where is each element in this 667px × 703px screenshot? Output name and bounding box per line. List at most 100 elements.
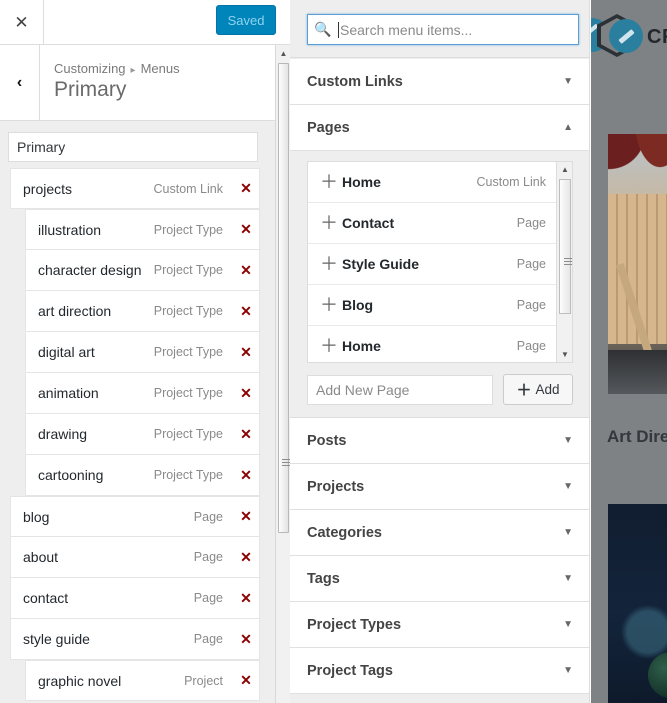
customizer-header: ✕ Saved xyxy=(0,0,290,45)
menu-item-type: Page xyxy=(193,632,223,646)
remove-menu-item-icon[interactable]: ✕ xyxy=(233,508,259,525)
chevron-down-icon[interactable]: ▼ xyxy=(563,665,573,676)
customizer-screen: ✕ Saved ‹ Customizing ▸ Menus Primary Prim… xyxy=(0,0,667,703)
available-item[interactable]: ＋ Blog Page xyxy=(308,285,556,326)
back-chevron-icon[interactable]: ‹ xyxy=(0,45,40,121)
remove-menu-item-icon[interactable]: ✕ xyxy=(233,385,259,402)
chevron-down-icon[interactable]: ▼ xyxy=(563,481,573,492)
preview-artwork-night[interactable] xyxy=(608,504,667,703)
menu-item-row[interactable]: cartooning Project Type ✕ xyxy=(25,455,260,496)
menu-item-row[interactable]: digital art Project Type ✕ xyxy=(25,332,260,373)
menu-item-title: art direction xyxy=(38,303,112,319)
menu-item-title: drawing xyxy=(38,426,88,442)
menu-item-type: Project Type xyxy=(153,345,223,359)
accordion-section-project-tags[interactable]: Project Tags ▼ xyxy=(290,648,589,694)
pencil-icon xyxy=(609,19,643,53)
remove-menu-item-icon[interactable]: ✕ xyxy=(233,590,259,607)
menu-item-title: about xyxy=(23,549,59,565)
remove-menu-item-icon[interactable]: ✕ xyxy=(233,303,259,320)
menu-item-row[interactable]: art direction Project Type ✕ xyxy=(25,291,260,332)
preview-site-header: CR xyxy=(591,0,667,72)
accordion-section-projects[interactable]: Projects ▼ xyxy=(290,464,589,510)
plus-icon: ＋ xyxy=(516,382,532,399)
menu-item-row[interactable]: about Page ✕ xyxy=(10,537,260,578)
remove-menu-item-icon[interactable]: ✕ xyxy=(233,631,259,648)
chevron-down-icon[interactable]: ▼ xyxy=(563,619,573,630)
plus-icon[interactable]: ＋ xyxy=(320,255,342,273)
remove-menu-item-icon[interactable]: ✕ xyxy=(233,262,259,279)
preview-artwork-fence[interactable] xyxy=(608,134,667,394)
menu-item-row[interactable]: contact Page ✕ xyxy=(10,578,260,619)
available-item[interactable]: ＋ Home Page xyxy=(308,326,556,362)
chevron-down-icon[interactable]: ▼ xyxy=(563,435,573,446)
menu-item-type: Page xyxy=(193,550,223,564)
chevron-up-icon[interactable]: ▲ xyxy=(563,122,573,133)
available-item-type: Page xyxy=(516,298,546,312)
menu-name-input[interactable]: Primary xyxy=(8,132,258,162)
accordion-section-pages[interactable]: Pages ▲ xyxy=(290,105,589,151)
menu-item-title: animation xyxy=(38,385,99,401)
available-item-name: Style Guide xyxy=(342,256,420,272)
available-item[interactable]: ＋ Style Guide Page xyxy=(308,244,556,285)
customizer-panel: ✕ Saved ‹ Customizing ▸ Menus Primary Prim… xyxy=(0,0,290,703)
menu-item-title: illustration xyxy=(38,221,102,238)
remove-menu-item-icon[interactable]: ✕ xyxy=(233,180,259,197)
menu-item-type: Project Type xyxy=(153,304,223,318)
menu-item-row[interactable]: style guide Page ✕ xyxy=(10,619,260,660)
remove-menu-item-icon[interactable]: ✕ xyxy=(233,672,259,689)
menu-item-type: Page xyxy=(193,509,223,524)
scroll-up-arrow-icon[interactable]: ▲ xyxy=(276,45,290,61)
menu-item-row[interactable]: character design Project Type ✕ xyxy=(25,250,260,291)
accordion-section-tags[interactable]: Tags ▼ xyxy=(290,556,589,602)
accordion-section-custom-links[interactable]: Custom Links ▼ xyxy=(290,59,589,105)
save-button[interactable]: Saved xyxy=(216,5,276,35)
available-item-name: Contact xyxy=(342,215,395,231)
menu-item-row[interactable]: graphic novel Project ✕ xyxy=(25,660,260,701)
accordion-section-posts[interactable]: Posts ▼ xyxy=(290,418,589,464)
accordion-section-project-types[interactable]: Project Types ▼ xyxy=(290,602,589,648)
menu-item-title: cartooning xyxy=(38,467,104,483)
remove-menu-item-icon[interactable]: ✕ xyxy=(233,549,259,566)
add-items-accordion: Custom Links ▼ Pages ▲ ＋ Home Custom Link ＋ Cont… xyxy=(290,59,589,703)
remove-menu-item-icon[interactable]: ✕ xyxy=(233,344,259,361)
remove-menu-item-icon[interactable]: ✕ xyxy=(233,221,259,238)
chevron-down-icon[interactable]: ▼ xyxy=(563,76,573,87)
customizer-scrollbar[interactable]: ▲ xyxy=(275,45,290,703)
available-item[interactable]: ＋ Home Custom Link xyxy=(308,162,556,203)
available-item[interactable]: ＋ Contact Page xyxy=(308,203,556,244)
close-icon[interactable]: ✕ xyxy=(0,0,44,45)
chevron-down-icon[interactable]: ▼ xyxy=(563,527,573,538)
add-page-button[interactable]: ＋ Add xyxy=(503,374,573,405)
scrollbar-thumb[interactable] xyxy=(278,63,290,533)
remove-menu-item-icon[interactable]: ✕ xyxy=(233,426,259,443)
list-scrollbar-thumb[interactable] xyxy=(559,179,572,314)
pages-available-list: ＋ Home Custom Link ＋ Contact Page ＋ Style Guide… xyxy=(307,161,573,363)
chevron-down-icon[interactable]: ▼ xyxy=(563,573,573,584)
available-item-name: Blog xyxy=(342,297,374,313)
menu-item-row[interactable]: blog Page ✕ xyxy=(10,496,260,537)
plus-icon[interactable]: ＋ xyxy=(320,173,342,191)
remove-menu-item-icon[interactable]: ✕ xyxy=(233,467,259,484)
breadcrumb-current[interactable]: Menus xyxy=(141,61,180,76)
accordion-section-label: Posts xyxy=(307,432,347,449)
menu-item-row[interactable]: animation Project Type ✕ xyxy=(25,373,260,414)
plus-icon[interactable]: ＋ xyxy=(320,337,342,355)
list-scroll-down-arrow-icon[interactable]: ▼ xyxy=(557,347,572,362)
accordion-section-categories[interactable]: Categories ▼ xyxy=(290,510,589,556)
accordion-section-label: Custom Links xyxy=(307,73,403,90)
search-input[interactable]: 🔍 Search menu items... xyxy=(307,14,579,45)
preview-caption: Art Dire xyxy=(607,427,667,446)
list-scroll-up-arrow-icon[interactable]: ▲ xyxy=(557,162,572,177)
site-preview[interactable]: CR Art Dire xyxy=(591,0,667,703)
menu-item-title: contact xyxy=(23,590,69,606)
new-page-input[interactable]: Add New Page xyxy=(307,374,493,405)
menu-item-row[interactable]: illustration Project Type ✕ xyxy=(25,209,260,250)
plus-icon[interactable]: ＋ xyxy=(320,296,342,314)
menu-item-title: blog xyxy=(23,508,50,525)
pages-list-scrollbar[interactable]: ▲ ▼ xyxy=(556,162,572,362)
section-header: ‹ Customizing ▸ Menus Primary xyxy=(0,45,275,121)
plus-icon[interactable]: ＋ xyxy=(320,214,342,232)
breadcrumb-root[interactable]: Customizing xyxy=(54,61,126,76)
menu-item-row[interactable]: projects Custom Link ✕ xyxy=(10,168,260,209)
menu-item-row[interactable]: drawing Project Type ✕ xyxy=(25,414,260,455)
